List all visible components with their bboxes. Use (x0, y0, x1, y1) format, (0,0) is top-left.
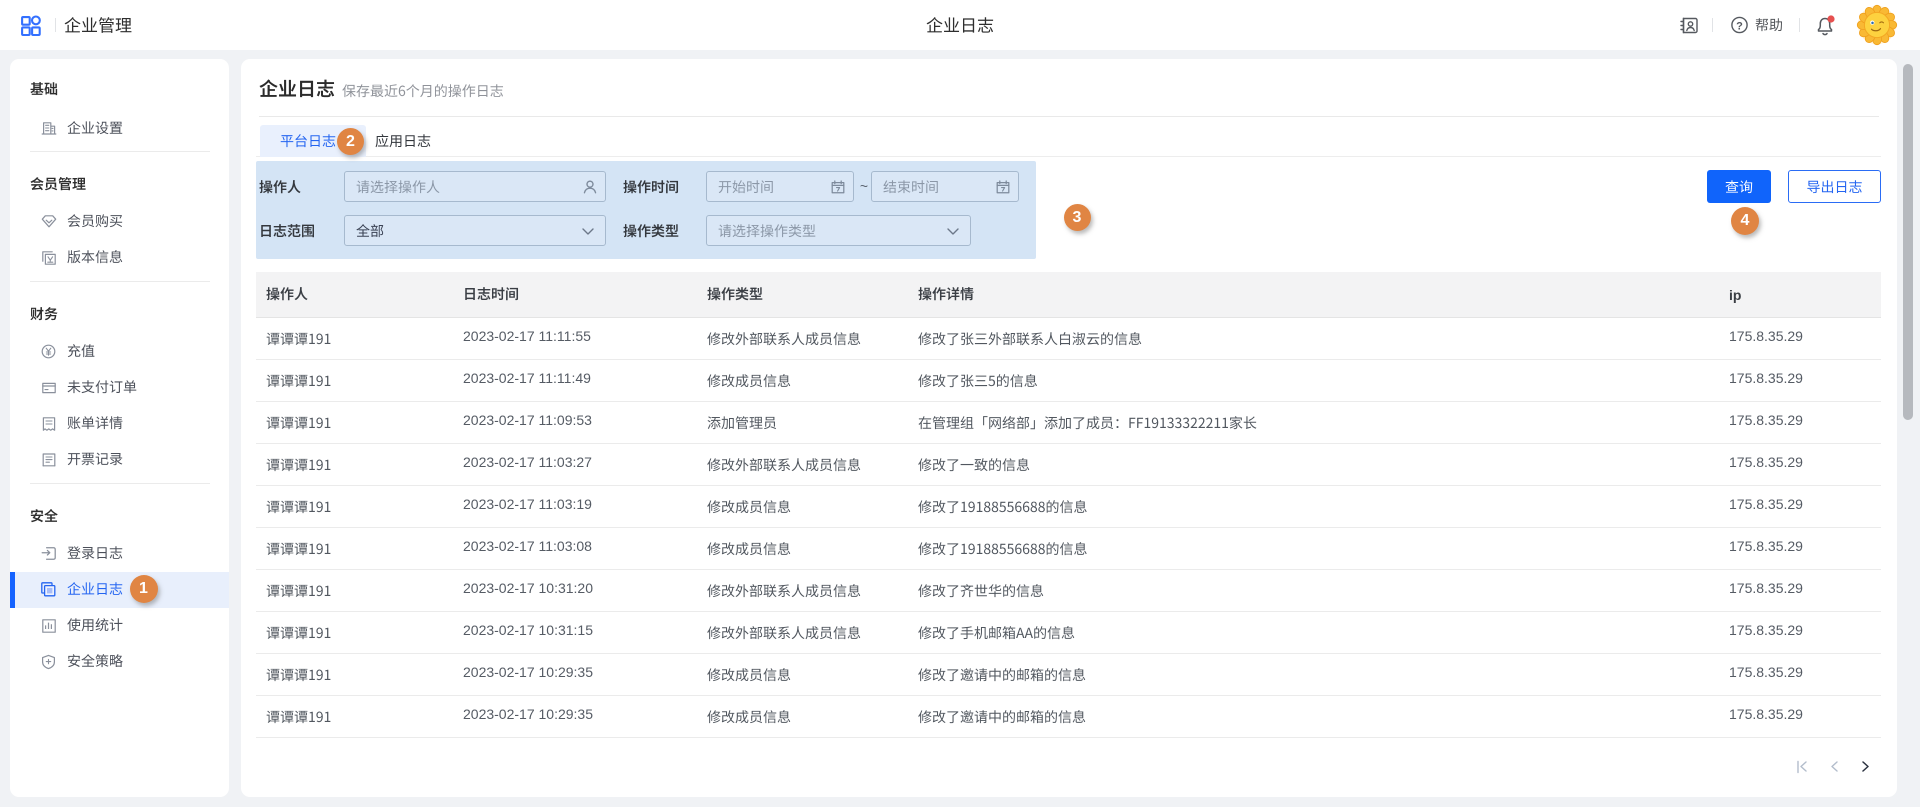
svg-text:?: ? (1736, 20, 1743, 32)
